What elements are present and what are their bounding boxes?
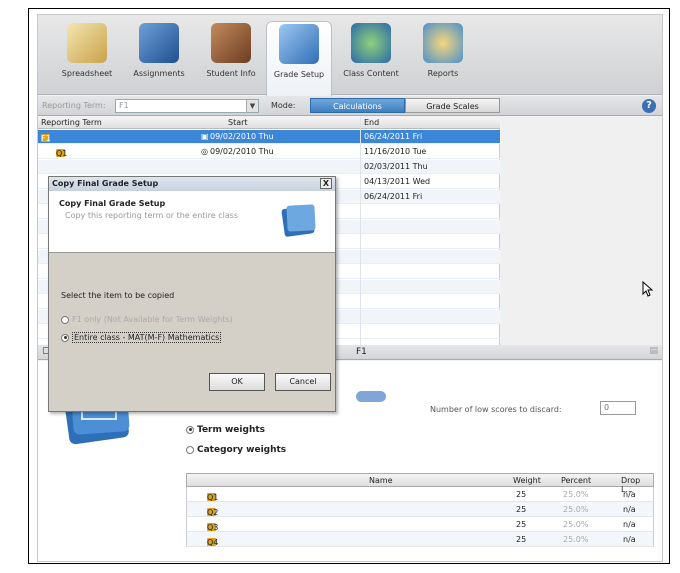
table-row[interactable]: Q2 25 25.0% n/a [186, 502, 654, 517]
calendar-icon[interactable]: ◎ [201, 147, 208, 156]
student-info-icon [211, 23, 251, 63]
reporting-term-select[interactable]: F1 ▼ [115, 99, 259, 113]
weights-table: Name Weight Percent Drop L... Q1 25 25.0… [186, 473, 654, 547]
tool-class-content[interactable]: Class Content [338, 21, 404, 93]
status-pill [356, 391, 386, 402]
dialog-heading: Copy Final Grade Setup [59, 199, 166, 208]
select-label: Select the item to be copied [61, 291, 175, 300]
option-entire-class[interactable]: Entire class - MAT(M-F) Mathematics [61, 332, 222, 343]
dialog-subtitle: Copy this reporting term or the entire c… [65, 211, 239, 220]
dialog-body: Select the item to be copied F1 only (No… [49, 253, 335, 393]
spreadsheet-icon [67, 23, 107, 63]
class-content-icon [351, 23, 391, 63]
category-weights-radio[interactable]: Category weights [186, 445, 286, 455]
grid-header: Reporting Term Start End [38, 117, 500, 129]
table-row[interactable]: Q1 25 25.0% n/a [186, 487, 654, 502]
table-row[interactable]: Q4 25 25.0% n/a [186, 532, 654, 547]
term-mode-bar: Reporting Term: F1 ▼ Mode: Calculations … [38, 96, 662, 116]
dialog-titlebar: Copy Final Grade Setup X [49, 177, 335, 191]
mode-label: Mode: [271, 101, 296, 110]
reports-icon [423, 23, 463, 63]
column-divider [360, 117, 361, 345]
tool-student-info[interactable]: Student Info [198, 21, 264, 93]
table-row[interactable]: 02/03/2011 Thu [38, 160, 500, 174]
radio-selected-icon [61, 333, 69, 342]
cancel-button[interactable]: Cancel [275, 373, 331, 391]
expand-icon[interactable]: ▤ [649, 346, 658, 356]
radio-icon [186, 445, 194, 454]
grade-setup-icon [281, 204, 316, 237]
mouse-pointer-icon [642, 281, 654, 297]
table-row[interactable]: Q3 25 25.0% n/a [186, 517, 654, 532]
radio-icon [61, 315, 69, 324]
low-scores-input[interactable]: 0 [600, 401, 636, 415]
help-icon[interactable]: ? [642, 99, 656, 113]
table-row[interactable]: F1 ▣ 09/02/2010 Thu 06/24/2011 Fri [38, 130, 500, 144]
term-weights-radio[interactable]: Term weights [186, 425, 265, 435]
calculations-tab[interactable]: Calculations [310, 98, 405, 113]
dialog-header: Copy Final Grade Setup Copy this reporti… [49, 191, 335, 253]
tool-spreadsheet[interactable]: Spreadsheet [54, 21, 120, 93]
assignments-icon [139, 23, 179, 63]
weights-table-header: Name Weight Percent Drop L... [186, 473, 654, 494]
chevron-down-icon[interactable]: ▼ [246, 100, 258, 112]
grade-setup-icon [279, 24, 319, 64]
ok-button[interactable]: OK [209, 373, 265, 391]
reporting-term-label: Reporting Term: [42, 101, 106, 110]
main-toolbar: Spreadsheet Assignments Student Info Gra… [38, 15, 662, 96]
option-term-only: F1 only (Not Available for Term Weights) [61, 315, 233, 324]
close-icon[interactable]: X [320, 178, 332, 189]
table-row[interactable]: Q1 ◎ 09/02/2010 Thu 11/16/2010 Tue [38, 145, 500, 159]
tool-grade-setup[interactable]: Grade Setup [266, 21, 332, 96]
copy-final-grade-dialog: Copy Final Grade Setup X Copy Final Grad… [48, 176, 336, 412]
tool-assignments[interactable]: Assignments [126, 21, 192, 93]
calendar-icon[interactable]: ▣ [201, 132, 209, 141]
tool-reports[interactable]: Reports [410, 21, 476, 93]
low-scores-label: Number of low scores to discard: [430, 405, 562, 414]
radio-selected-icon [186, 425, 194, 434]
detail-title: F1 [356, 347, 367, 357]
grid-empty-area [501, 117, 662, 345]
grade-scales-tab[interactable]: Grade Scales [405, 98, 500, 113]
